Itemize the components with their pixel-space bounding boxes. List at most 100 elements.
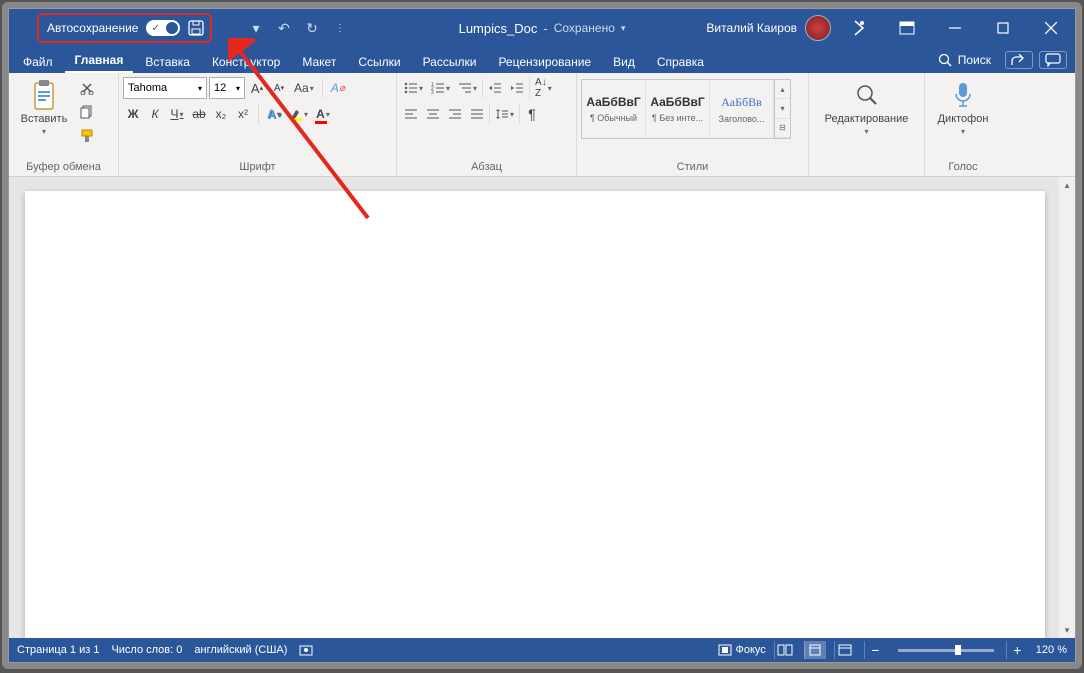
page-status[interactable]: Страница 1 из 1 (17, 644, 99, 656)
ribbon: Вставить ▾ Буфер обмена Tahoma▾ 12▾ A▴ (9, 73, 1075, 177)
align-right-icon[interactable] (445, 103, 465, 125)
font-select[interactable]: Tahoma▾ (123, 77, 207, 99)
document-area: ▴ ▾ (9, 177, 1075, 638)
macro-record-icon[interactable] (299, 643, 313, 657)
sort-icon[interactable]: A↓Z (532, 77, 555, 99)
tab-view[interactable]: Вид (603, 51, 645, 73)
quick-access-toolbar: ▾ ↶ ↻ ⋮ (247, 19, 349, 37)
underline-button[interactable]: Ч (167, 103, 187, 125)
zoom-level[interactable]: 120 % (1036, 644, 1067, 656)
superscript-button[interactable]: x² (233, 103, 253, 125)
avatar[interactable] (805, 15, 831, 41)
share-icon[interactable] (1005, 51, 1033, 69)
autosave-toggle[interactable]: ✓ (146, 20, 180, 36)
grow-font-icon[interactable]: A▴ (247, 77, 267, 99)
strike-button[interactable]: ab (189, 103, 209, 125)
text-effects-icon[interactable]: A (264, 103, 284, 125)
editing-button[interactable]: Редактирование ▾ (813, 75, 920, 136)
word-count[interactable]: Число слов: 0 (111, 644, 182, 656)
clear-format-icon[interactable]: A⊘ (328, 77, 349, 99)
document-title: Lumpics_Doc - Сохранено ▾ (459, 21, 626, 36)
style-normal[interactable]: АаБбВвГ ¶ Обычный (582, 80, 646, 138)
tab-home[interactable]: Главная (65, 49, 134, 73)
comments-icon[interactable] (1039, 51, 1067, 69)
style-gallery-more[interactable]: ▴▾⊟ (774, 80, 790, 138)
search-label: Поиск (958, 53, 991, 67)
style-no-spacing[interactable]: АаБбВвГ ¶ Без инте... (646, 80, 710, 138)
change-case-icon[interactable]: Aa (291, 77, 317, 99)
style-gallery[interactable]: АаБбВвГ ¶ Обычный АаБбВвГ ¶ Без инте... … (581, 79, 791, 139)
qat-dropdown-icon[interactable]: ▾ (247, 19, 265, 37)
page[interactable] (25, 191, 1045, 638)
highlight-icon[interactable] (286, 103, 311, 125)
tab-help[interactable]: Справка (647, 51, 714, 73)
maximize-icon[interactable] (983, 13, 1023, 43)
tab-layout[interactable]: Макет (292, 51, 346, 73)
coming-soon-icon[interactable] (839, 13, 879, 43)
statusbar: Страница 1 из 1 Число слов: 0 английский… (9, 638, 1075, 662)
tab-mailings[interactable]: Рассылки (413, 51, 487, 73)
cut-icon[interactable] (77, 77, 97, 99)
autosave-label: Автосохранение (47, 21, 138, 35)
svg-text:3: 3 (431, 90, 434, 94)
redo-icon[interactable]: ↻ (303, 19, 321, 37)
find-icon (851, 79, 883, 111)
language-status[interactable]: английский (США) (194, 644, 287, 656)
italic-button[interactable]: К (145, 103, 165, 125)
group-label: Голос (929, 158, 997, 176)
close-icon[interactable] (1031, 13, 1071, 43)
scroll-up-icon[interactable]: ▴ (1059, 177, 1075, 193)
justify-icon[interactable] (467, 103, 487, 125)
chevron-down-icon: ▾ (864, 127, 868, 136)
user-name[interactable]: Виталий Каиров (706, 21, 797, 35)
scroll-down-icon[interactable]: ▾ (1059, 622, 1075, 638)
search-icon (936, 51, 954, 69)
read-mode-icon[interactable] (774, 641, 796, 659)
save-icon[interactable] (188, 20, 204, 36)
style-heading1[interactable]: АаБбВв Заголово... (710, 80, 774, 138)
copy-icon[interactable] (77, 101, 97, 123)
search-button[interactable]: Поиск (928, 47, 999, 73)
group-label: Абзац (401, 158, 572, 176)
tab-insert[interactable]: Вставка (135, 51, 200, 73)
bullets-icon[interactable] (401, 77, 426, 99)
save-status[interactable]: Сохранено (554, 21, 615, 35)
focus-mode[interactable]: Фокус (718, 644, 766, 656)
align-left-icon[interactable] (401, 103, 421, 125)
zoom-slider[interactable] (898, 649, 994, 652)
chevron-down-icon: ▾ (42, 127, 46, 136)
doc-name: Lumpics_Doc (459, 21, 538, 36)
size-select[interactable]: 12▾ (209, 77, 245, 99)
line-spacing-icon[interactable] (492, 103, 517, 125)
bold-button[interactable]: Ж (123, 103, 143, 125)
increase-indent-icon[interactable] (507, 77, 527, 99)
qat-more-icon[interactable]: ⋮ (331, 19, 349, 37)
paste-button[interactable]: Вставить ▾ (13, 75, 75, 136)
zoom-in-icon[interactable]: + (1006, 641, 1028, 659)
web-layout-icon[interactable] (834, 641, 856, 659)
font-color-icon[interactable]: A (313, 103, 333, 125)
tab-review[interactable]: Рецензирование (488, 51, 601, 73)
tab-references[interactable]: Ссылки (348, 51, 410, 73)
tab-design[interactable]: Конструктор (202, 51, 290, 73)
numbering-icon[interactable]: 123 (428, 77, 453, 99)
vertical-scrollbar[interactable]: ▴ ▾ (1059, 177, 1075, 638)
multilevel-icon[interactable] (455, 77, 480, 99)
decrease-indent-icon[interactable] (485, 77, 505, 99)
show-hide-icon[interactable]: ¶ (522, 103, 542, 125)
shrink-font-icon[interactable]: A▾ (269, 77, 289, 99)
clipboard-icon (28, 79, 60, 111)
titlebar: Автосохранение ✓ ▾ ↶ ↻ ⋮ Lumpics_Doc - С… (9, 9, 1075, 47)
format-painter-icon[interactable] (77, 125, 97, 147)
zoom-out-icon[interactable]: − (864, 641, 886, 659)
undo-icon[interactable]: ↶ (275, 19, 293, 37)
tab-file[interactable]: Файл (13, 51, 63, 73)
print-layout-icon[interactable] (804, 641, 826, 659)
group-label: Стили (581, 158, 804, 176)
chevron-down-icon: ▾ (961, 127, 965, 136)
dictate-button[interactable]: Диктофон ▾ (929, 75, 997, 136)
align-center-icon[interactable] (423, 103, 443, 125)
ribbon-display-icon[interactable] (887, 13, 927, 43)
minimize-icon[interactable] (935, 13, 975, 43)
subscript-button[interactable]: x₂ (211, 103, 231, 125)
